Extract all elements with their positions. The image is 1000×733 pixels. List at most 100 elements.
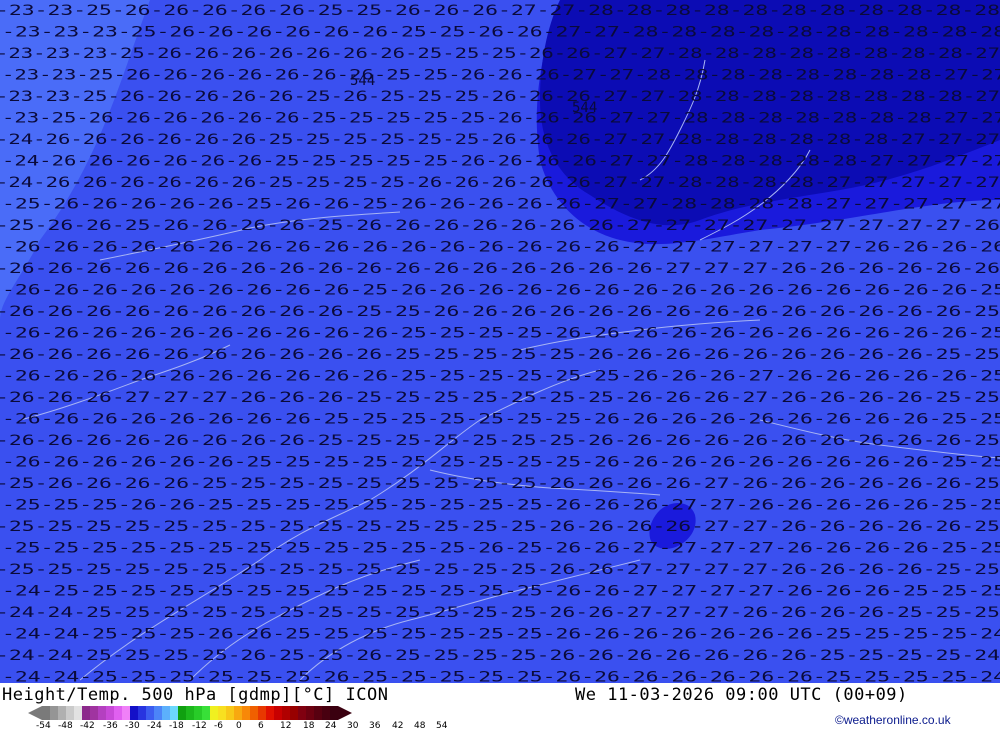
legend-tick-label: 30 xyxy=(347,721,359,731)
legend-swatch xyxy=(314,706,322,720)
footer: Height/Temp. 500 hPa [gdmp][°C] ICON We … xyxy=(0,683,1000,733)
isotherm-label-row: -24-25-25-25-25-25-25-25-25-25-25-25-25-… xyxy=(2,584,1000,600)
isotherm-label-row: -26-26-26-26-26-26-26-26-26-26-26-26-26-… xyxy=(2,240,1000,256)
legend-swatch xyxy=(282,706,290,720)
legend-swatch xyxy=(74,706,82,720)
legend-tick-label: -36 xyxy=(103,721,118,731)
isotherm-label-row: -25-25-25-25-25-25-25-25-25-25-25-25-25-… xyxy=(0,562,1000,578)
isotherm-label-row: -24-26-26-26-26-26-26-25-25-25-25-26-26-… xyxy=(0,175,1000,191)
legend-swatch xyxy=(202,706,210,720)
isotherm-label-row: -24-26-26-26-26-26-26-25-25-25-25-25-25-… xyxy=(0,132,1000,148)
isotherm-label-row: -26-26-26-26-26-26-26-26-26-26-26-26-26-… xyxy=(0,261,1000,277)
isotherm-label-row: -26-26-26-26-26-26-26-26-26-25-25-26-26-… xyxy=(0,304,1000,320)
legend-swatch xyxy=(290,706,298,720)
isotherm-label-row: -25-25-25-25-25-25-25-25-25-25-25-25-26-… xyxy=(2,541,1000,557)
isotherm-label-row: -24-24-25-25-25-25-25-25-25-25-25-25-25-… xyxy=(0,605,1000,621)
isotherm-label-row: -24-24-25-25-25-26-26-25-25-25-25-25-25-… xyxy=(2,627,1000,643)
legend-swatch xyxy=(162,706,170,720)
isotherm-label-row: -23-23-23-25-26-26-26-26-26-26-26-25-25-… xyxy=(0,46,1000,62)
temperature-field: -23-23-25-26-26-26-26-26-25-25-26-26-26-… xyxy=(0,0,1000,683)
legend-arrow-right-icon xyxy=(338,706,352,720)
map-panel: -23-23-25-26-26-26-26-26-25-25-26-26-26-… xyxy=(0,0,1000,683)
legend-swatch xyxy=(42,706,50,720)
isotherm-label-row: -25-26-26-26-26-25-25-25-25-25-25-25-25-… xyxy=(0,476,1000,492)
legend-tick-label: 24 xyxy=(325,721,337,731)
legend-swatch xyxy=(50,706,58,720)
isotherm-label-row: -25-26-26-26-26-26-25-26-26-25-26-26-26-… xyxy=(2,197,1000,213)
legend-swatch xyxy=(266,706,274,720)
legend-tick-label: -54 xyxy=(36,721,51,731)
legend-tick-label: -48 xyxy=(58,721,73,731)
isotherm-label-row: -24-24-25-25-25-25-26-25-25-26-25-25-25-… xyxy=(0,648,1000,664)
isotherm-label-row: -23-25-26-26-26-26-26-26-25-25-25-25-25-… xyxy=(2,111,1000,127)
legend-swatch xyxy=(122,706,130,720)
isotherm-label-row: -26-26-26-26-26-26-26-26-26-26-25-25-25-… xyxy=(0,347,1000,363)
isotherm-label-row: -24-26-26-26-26-26-26-25-25-25-25-25-26-… xyxy=(2,154,1000,170)
legend-tick-label: -6 xyxy=(214,721,223,731)
legend-tick-label: 48 xyxy=(414,721,426,731)
isotherm-label-row: -23-23-25-26-26-26-26-26-25-25-26-26-26-… xyxy=(0,3,1000,19)
legend-tick-label: -18 xyxy=(169,721,184,731)
isotherm-label-row: -25-26-26-25-26-26-26-26-25-26-26-26-26-… xyxy=(0,218,1000,234)
legend-tick-label: 12 xyxy=(280,721,292,731)
legend-tick-label: -24 xyxy=(147,721,162,731)
legend-swatch xyxy=(250,706,258,720)
legend-tick-label: -30 xyxy=(125,721,140,731)
legend-swatch xyxy=(258,706,266,720)
legend-swatch xyxy=(210,706,218,720)
legend-swatch xyxy=(242,706,250,720)
isotherm-label-row: -25-25-25-26-26-25-25-25-25-25-25-25-25-… xyxy=(2,498,1000,514)
weatheronline-credit-link[interactable]: ©weatheronline.co.uk xyxy=(835,713,951,727)
color-legend xyxy=(28,706,352,720)
isotherm-label-row: -26-26-26-26-26-26-26-26-25-25-25-25-25-… xyxy=(2,412,1000,428)
legend-swatch xyxy=(154,706,162,720)
isotherm-label-row: -23-23-25-26-26-26-26-26-26-26-25-25-26-… xyxy=(2,68,1000,84)
legend-swatch xyxy=(90,706,98,720)
isotherm-label-row: -25-25-25-25-25-25-25-25-25-25-25-25-25-… xyxy=(0,519,1000,535)
height-label: 544 xyxy=(572,100,597,116)
legend-tick-label: 18 xyxy=(303,721,315,731)
height-label: 544 xyxy=(350,73,375,89)
legend-swatch xyxy=(218,706,226,720)
isotherm-label-row: -24-24-25-25-25-25-25-25-26-25-25-25-25-… xyxy=(2,670,1000,684)
isotherm-label-row: -26-26-26-26-26-26-26-26-26-26-25-25-25-… xyxy=(2,369,1000,385)
legend-swatch xyxy=(322,706,330,720)
isotherm-label-row: -23-23-23-25-26-26-26-26-26-26-25-25-26-… xyxy=(2,25,1000,41)
legend-swatch xyxy=(234,706,242,720)
isotherm-label-row: -26-26-26-26-26-26-26-26-26-26-25-25-25-… xyxy=(2,326,1000,342)
legend-swatch xyxy=(274,706,282,720)
legend-swatch xyxy=(106,706,114,720)
legend-swatch xyxy=(178,706,186,720)
legend-swatch xyxy=(194,706,202,720)
legend-swatch xyxy=(114,706,122,720)
legend-swatch xyxy=(82,706,90,720)
legend-tick-label: 0 xyxy=(236,721,242,731)
legend-swatch xyxy=(306,706,314,720)
legend-tick-label: 6 xyxy=(258,721,264,731)
isotherm-label-row: -26-26-26-26-26-26-26-26-25-25-25-25-25-… xyxy=(0,433,1000,449)
legend-swatch xyxy=(130,706,138,720)
legend-swatch xyxy=(98,706,106,720)
legend-tick-label: 42 xyxy=(392,721,404,731)
legend-swatch xyxy=(170,706,178,720)
map-title: Height/Temp. 500 hPa [gdmp][°C] ICON xyxy=(2,685,389,705)
forecast-datetime: We 11-03-2026 09:00 UTC (00+09) xyxy=(575,685,908,705)
isotherm-label-row: -23-23-25-26-26-26-26-26-25-26-25-25-25-… xyxy=(0,89,1000,105)
legend-tick-label: -42 xyxy=(80,721,95,731)
legend-swatch xyxy=(58,706,66,720)
legend-swatch xyxy=(330,706,338,720)
legend-arrow-left-icon xyxy=(28,706,42,720)
legend-swatch xyxy=(226,706,234,720)
legend-swatches xyxy=(42,706,338,720)
legend-swatch xyxy=(298,706,306,720)
legend-tick-label: -12 xyxy=(192,721,207,731)
legend-swatch xyxy=(138,706,146,720)
legend-swatch xyxy=(66,706,74,720)
isotherm-label-row: -26-26-26-27-27-27-26-26-26-25-25-25-25-… xyxy=(0,390,1000,406)
legend-swatch xyxy=(186,706,194,720)
legend-tick-label: 36 xyxy=(369,721,381,731)
isotherm-label-row: -26-26-26-26-26-26-25-25-25-25-25-25-25-… xyxy=(2,455,1000,471)
legend-swatch xyxy=(146,706,154,720)
isotherm-label-row: -26-26-26-26-26-26-26-26-26-25-26-26-26-… xyxy=(2,283,1000,299)
legend-tick-label: 54 xyxy=(436,721,448,731)
